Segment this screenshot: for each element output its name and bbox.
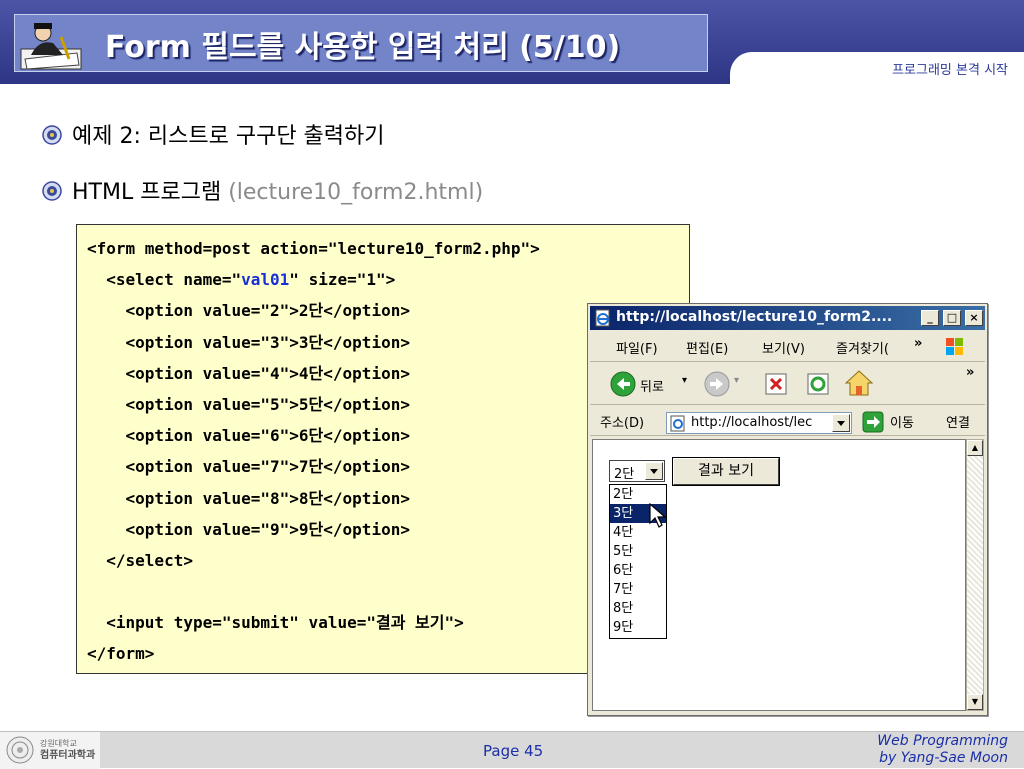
go-label[interactable]: 이동 [890,412,914,431]
writer-icon [20,23,82,70]
university-seal-icon [6,736,34,764]
close-button[interactable]: × [965,310,983,326]
address-bar: 주소(D) http://localhost/lec 이동 연결 [590,406,985,436]
scroll-down-icon[interactable]: ▼ [967,694,983,710]
dropdown-option[interactable]: 2단 [610,485,666,504]
page-number: Page 45 [483,742,544,760]
address-input[interactable]: http://localhost/lec [666,412,852,434]
address-value: http://localhost/lec [691,415,813,430]
toolbar-overflow-icon[interactable]: » [966,365,974,380]
scroll-up-icon[interactable]: ▲ [967,440,983,456]
vertical-scrollbar[interactable]: ▲ ▼ [966,439,984,711]
title-bar: Form 필드를 사용한 입력 처리 (5/10) [14,14,708,72]
address-dropdown-icon[interactable] [832,414,850,432]
code-line: <select name="val01" size="1"> [87,264,689,295]
page-title: Form 필드를 사용한 입력 처리 (5/10) [105,30,621,65]
menu-view[interactable]: 보기(V) [762,338,805,357]
refresh-icon[interactable] [806,372,830,396]
links-label[interactable]: 연결 [946,412,970,431]
code-fragment: " size="1"> [289,270,396,290]
back-icon[interactable] [610,371,636,397]
back-dropdown-icon[interactable]: ▾ [682,375,687,386]
dropdown-option[interactable]: 7단 [610,580,666,599]
code-line: <form method=post action="lecture10_form… [87,239,540,258]
menu-favorites[interactable]: 즐겨찾기( [836,338,889,357]
dan-select[interactable]: 2단 [609,460,665,482]
code-highlight: val01 [241,270,290,290]
minimize-button[interactable]: _ [921,310,939,326]
bullet-emblem-icon [42,125,62,145]
select-dropdown-icon[interactable] [645,462,663,480]
bullet-prefix: HTML [72,180,141,205]
footer-credit: Web Programming by Yang-Sae Moon [877,733,1008,767]
menu-edit[interactable]: 편집(E) [686,338,728,357]
bullet-example: 예제 2: 리스트로 구구단 출력하기 [42,118,385,150]
bullet-filename: (lecture10_form2.html) [228,180,484,205]
nav-toolbar: 뒤로 ▾ ▾ » [590,363,985,405]
browser-window: http://localhost/lecture10_form2.... _ □… [587,303,988,716]
window-title: http://localhost/lecture10_form2.... [616,309,893,325]
submit-button[interactable]: 결과 보기 [673,458,779,485]
stop-icon[interactable] [764,372,788,396]
credit-line: Web Programming [877,733,1008,749]
bullet-emblem-icon [42,181,62,201]
back-label[interactable]: 뒤로 [640,376,664,395]
go-icon[interactable] [862,411,884,433]
bullet-text: 리스트로 구구단 출력하기 [147,124,385,149]
dropdown-option[interactable]: 6단 [610,561,666,580]
address-label: 주소(D) [600,416,645,431]
windows-logo-icon [946,338,963,355]
forward-dropdown-icon[interactable]: ▾ [734,375,739,386]
footer-logo: 강원대학교 컴퓨터과학과 [0,732,100,769]
bullet-prefix: 예제 2: [72,124,148,149]
footer-logo-line: 강원대학교 [40,739,77,748]
ie-page-icon [595,309,610,327]
dropdown-option[interactable]: 9단 [610,618,666,637]
header-subtitle: 프로그래밍 본격 시작 [892,63,1008,78]
home-icon[interactable] [844,369,874,397]
footer-logo-text: 강원대학교 컴퓨터과학과 [40,738,95,762]
dropdown-option[interactable]: 8단 [610,599,666,618]
footer: 강원대학교 컴퓨터과학과 Page 45 Web Programming by … [0,731,1024,769]
ie-page-icon [670,415,685,432]
header-band: Form 필드를 사용한 입력 처리 (5/10) 프로그래밍 본격 시작 [0,0,1024,92]
bullet-html-program: HTML 프로그램 (lecture10_form2.html) [42,174,483,206]
select-value: 2단 [614,467,635,482]
dropdown-option[interactable]: 5단 [610,542,666,561]
maximize-button[interactable]: □ [943,310,961,326]
footer-logo-line: 컴퓨터과학과 [40,750,96,761]
code-fragment: <select name=" [87,270,242,290]
bullet-text: 프로그램 [140,180,229,205]
page-content: 2단 결과 보기 2단 3단 4단 5단 6단 7단 8단 9단 [592,439,966,711]
menu-bar: 파일(F) 편집(E) 보기(V) 즐겨찾기( » [590,332,985,362]
credit-line: by Yang-Sae Moon [879,750,1008,766]
forward-icon[interactable] [704,371,730,397]
menu-file[interactable]: 파일(F) [616,338,658,357]
window-titlebar[interactable]: http://localhost/lecture10_form2.... _ □… [590,306,985,330]
menu-overflow-icon[interactable]: » [914,336,922,351]
mouse-cursor-icon [649,503,667,528]
